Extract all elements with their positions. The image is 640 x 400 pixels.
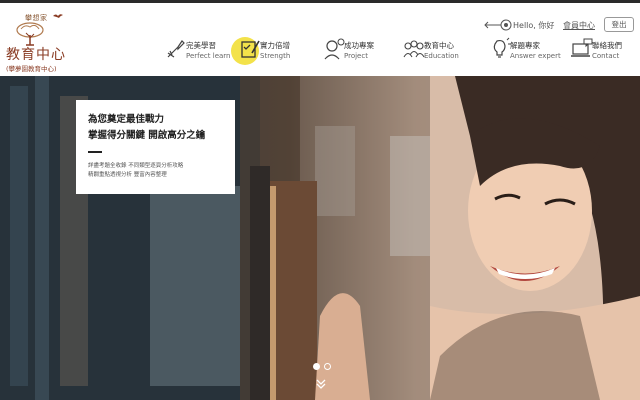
thinking-person-icon <box>324 38 345 60</box>
nav-label-zh: 聯絡我們 <box>592 41 622 50</box>
carousel-dot-2[interactable] <box>324 363 331 370</box>
nav-label-en: Contact <box>592 52 620 60</box>
promo-card: 為您奠定最佳戰力 掌握得分關鍵 開啟高分之鑰 詳盡考題全收錄 不同類型逐頁分析攻… <box>76 100 235 194</box>
arrow-target-icon <box>484 19 512 31</box>
promo-subtitle: 掌握得分關鍵 開啟高分之鑰 <box>88 130 206 141</box>
laptop-chat-icon <box>571 38 593 57</box>
bird-icon <box>53 14 63 18</box>
nav-item-project[interactable]: 成功專案 Project <box>322 37 382 67</box>
checklist-pencil-icon <box>241 40 260 58</box>
site-header: 攀想家 教育中心 (攀夢園教育中心) 完美學習 Perfect learn 實力… <box>0 3 640 76</box>
nav-item-education[interactable]: 教育中心 Education <box>402 37 464 67</box>
nav-label-zh: 教育中心 <box>424 41 454 50</box>
nav-label-zh: 完美學習 <box>186 41 216 50</box>
nav-label-en: Education <box>424 52 459 60</box>
site-logo[interactable]: 攀想家 教育中心 (攀夢園教育中心) <box>3 12 67 73</box>
promo-description-line-2: 精闢重點透視分析 豐富內容整理 <box>88 172 167 178</box>
page: 攀想家 教育中心 (攀夢園教育中心) 完美學習 Perfect learn 實力… <box>0 0 640 400</box>
carousel-dot-1[interactable] <box>313 363 320 370</box>
logo-main-text: 教育中心 <box>6 47 66 63</box>
chevron-down-icon[interactable] <box>314 377 328 391</box>
nav-label-en: Perfect learn <box>186 52 231 60</box>
nav-label-en: Answer expert <box>510 52 561 60</box>
nav-item-answer-expert[interactable]: 解題專家 Answer expert <box>488 37 561 67</box>
lightbulb-head-icon <box>493 37 511 58</box>
rocket-icon <box>167 40 185 58</box>
promo-description-line-1: 詳盡考題全收錄 不同類型逐頁分析攻略 <box>88 163 184 169</box>
nav-item-strength[interactable]: 實力倍增 Strength <box>238 37 298 67</box>
nav-item-perfect-learn[interactable]: 完美學習 Perfect learn <box>164 37 231 67</box>
member-center-link[interactable]: 會員中心 <box>563 20 595 31</box>
nav-label-en: Strength <box>260 52 291 60</box>
group-people-icon <box>403 40 425 58</box>
promo-divider <box>88 151 102 153</box>
logout-button[interactable]: 登出 <box>604 17 634 32</box>
promo-title: 為您奠定最佳戰力 <box>88 114 165 125</box>
hero-banner: 為您奠定最佳戰力 掌握得分關鍵 開啟高分之鑰 詳盡考題全收錄 不同類型逐頁分析攻… <box>0 76 640 400</box>
nav-label-zh: 成功專案 <box>344 41 374 50</box>
greeting-text: Hello, 你好 <box>513 21 555 30</box>
nav-label-zh: 實力倍增 <box>260 41 290 50</box>
nav-item-contact[interactable]: 聯絡我們 Contact <box>570 37 634 67</box>
nav-label-en: Project <box>344 52 368 60</box>
nav-label-zh: 解題專家 <box>510 41 540 50</box>
logo-sub-text: (攀夢園教育中心) <box>6 65 57 73</box>
